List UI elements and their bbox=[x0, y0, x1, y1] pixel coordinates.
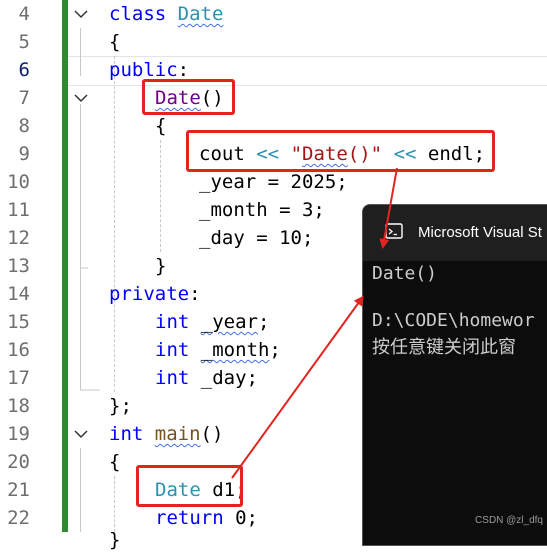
annotation-arrows bbox=[231, 167, 398, 479]
watermark: CSDN @zl_dfq bbox=[475, 515, 543, 526]
